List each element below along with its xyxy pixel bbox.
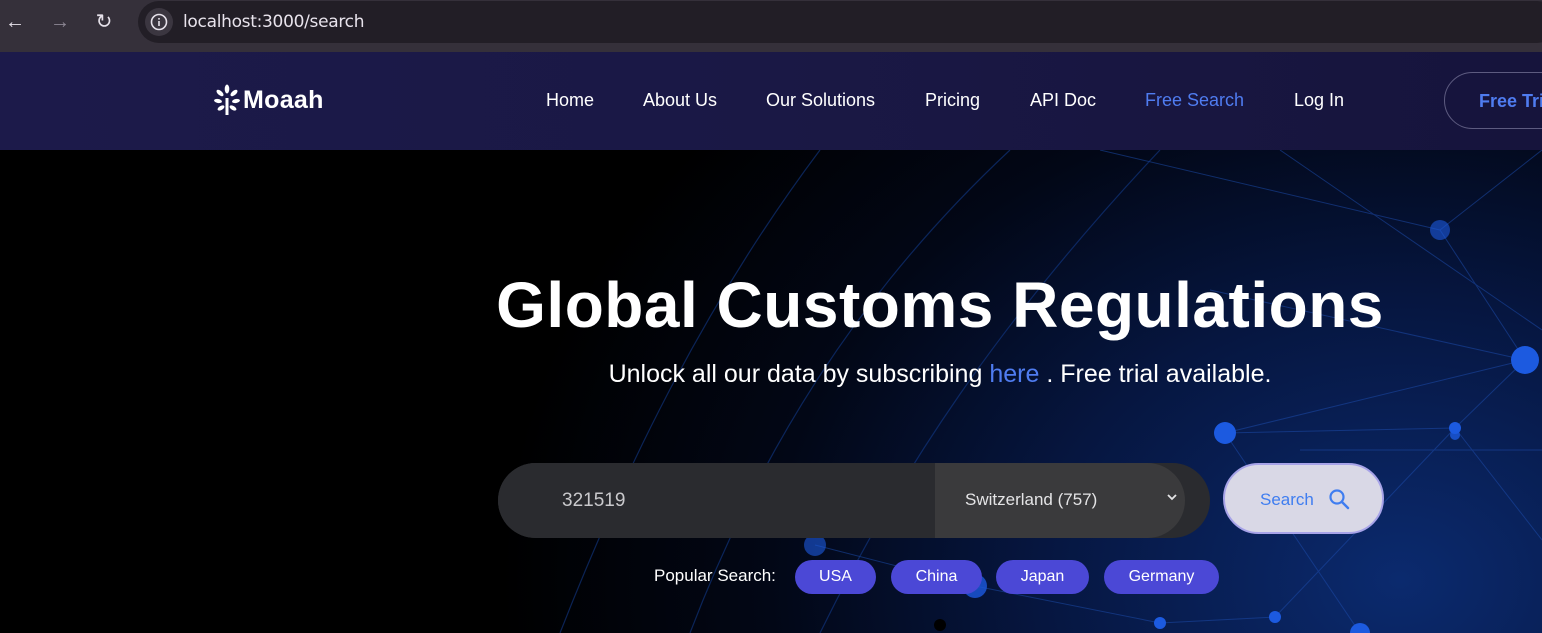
browser-toolbar: ← → ↻ localhost:3000/search bbox=[0, 0, 1542, 52]
subscribe-link[interactable]: here bbox=[989, 360, 1039, 388]
nav-api-doc[interactable]: API Doc bbox=[1030, 90, 1096, 111]
search-icon bbox=[1329, 489, 1350, 510]
brand-logo[interactable]: Moaah bbox=[213, 84, 324, 116]
popular-search-label: Popular Search: bbox=[654, 566, 776, 585]
back-icon[interactable]: ← bbox=[3, 10, 27, 34]
popular-japan-chip[interactable]: Japan bbox=[996, 560, 1089, 594]
nav-home[interactable]: Home bbox=[546, 90, 594, 111]
address-bar[interactable]: localhost:3000/search bbox=[138, 1, 1542, 43]
chevron-down-icon bbox=[1167, 494, 1177, 501]
subtitle-text: Unlock all our data by subscribing bbox=[608, 360, 983, 388]
nav-about-us[interactable]: About Us bbox=[643, 90, 717, 111]
nav-pricing[interactable]: Pricing bbox=[925, 90, 980, 111]
popular-germany-chip[interactable]: Germany bbox=[1104, 560, 1219, 594]
subtitle-text-end: . Free trial available. bbox=[1046, 360, 1272, 388]
tree-logo-icon bbox=[214, 84, 240, 115]
brand-name: Moaah bbox=[243, 85, 324, 114]
url-text: localhost:3000/search bbox=[183, 12, 365, 32]
popular-china-chip[interactable]: China bbox=[891, 560, 982, 594]
search-button[interactable]: Search bbox=[1223, 463, 1384, 534]
search-input[interactable] bbox=[498, 463, 935, 538]
hero-section: Global Customs Regulations Unlock all ou… bbox=[0, 150, 1542, 633]
page-title: Global Customs Regulations bbox=[496, 269, 1384, 341]
popular-usa-chip[interactable]: USA bbox=[795, 560, 876, 594]
site-info-icon[interactable] bbox=[145, 8, 173, 36]
reload-icon[interactable]: ↻ bbox=[92, 10, 116, 34]
site-header: Moaah Home About Us Our Solutions Pricin… bbox=[0, 52, 1542, 150]
search-button-label: Search bbox=[1260, 490, 1314, 509]
search-bar: Switzerland (757) bbox=[498, 463, 1210, 538]
network-background bbox=[559, 150, 1542, 633]
nav-log-in[interactable]: Log In bbox=[1294, 90, 1344, 111]
hero-subtitle: Unlock all our data by subscribing here … bbox=[0, 360, 1542, 389]
forward-icon[interactable]: → bbox=[48, 10, 72, 34]
country-select-value: Switzerland (757) bbox=[965, 490, 1098, 509]
free-trial-button[interactable]: Free Tri bbox=[1444, 72, 1542, 129]
country-select[interactable]: Switzerland (757) bbox=[935, 463, 1185, 538]
nav-free-search[interactable]: Free Search bbox=[1145, 90, 1244, 111]
nav-our-solutions[interactable]: Our Solutions bbox=[766, 90, 875, 111]
